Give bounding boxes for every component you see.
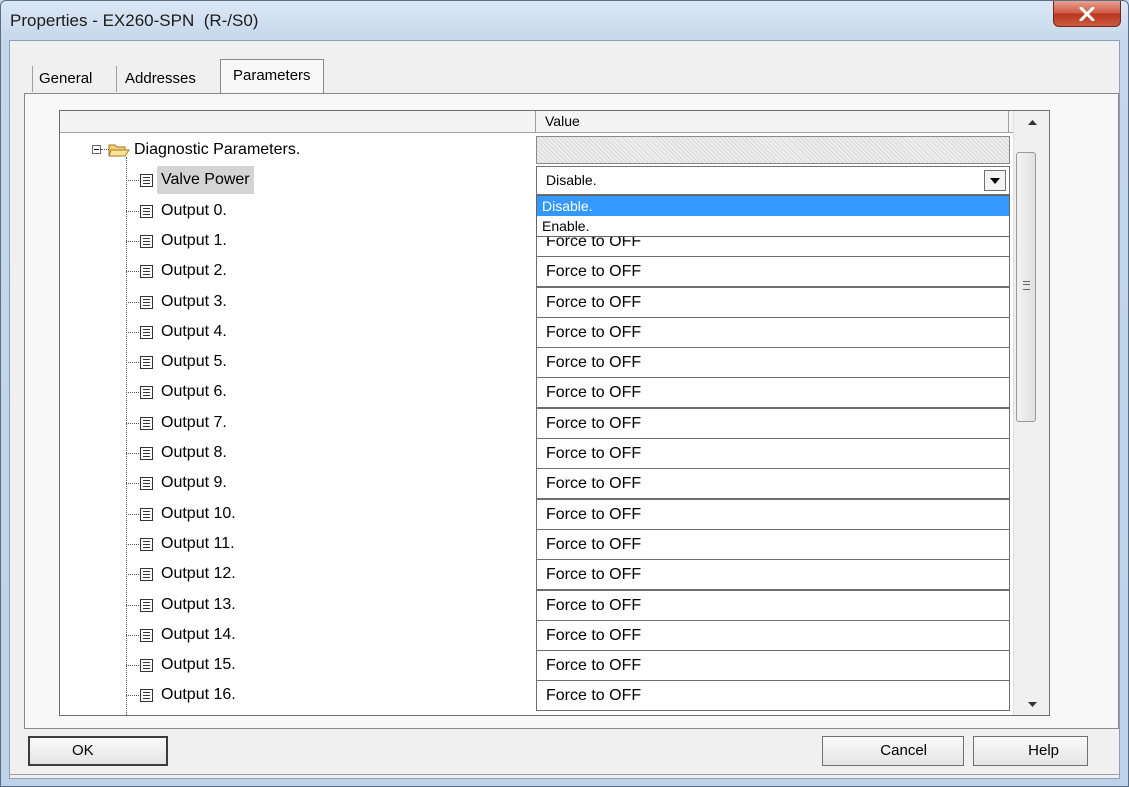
document-icon bbox=[140, 508, 153, 521]
tree-node-label[interactable]: Output 15. bbox=[161, 650, 236, 680]
document-icon bbox=[140, 174, 153, 187]
parameter-value-cell[interactable]: Force to OFF bbox=[536, 347, 1010, 378]
properties-window: Properties - EX260-SPN (R-/S0) General A… bbox=[0, 0, 1129, 787]
close-icon bbox=[1079, 6, 1095, 21]
tree-node-label[interactable]: Output 3. bbox=[161, 287, 227, 317]
parameter-value-cell[interactable]: Force to OFF bbox=[536, 317, 1010, 348]
dropdown-toggle-button[interactable] bbox=[984, 170, 1006, 191]
tree-node-label[interactable]: Output 12. bbox=[161, 559, 236, 589]
scroll-down-button[interactable] bbox=[1014, 693, 1049, 715]
tree-node-label[interactable]: Output 4. bbox=[161, 317, 227, 347]
scroll-thumb[interactable] bbox=[1016, 152, 1036, 422]
dropdown-option-disable[interactable]: Disable. bbox=[537, 196, 1009, 216]
tree-node-label[interactable]: Output 11. bbox=[161, 529, 235, 559]
parameter-value-cell[interactable]: Force to OFF bbox=[536, 256, 1010, 287]
name-column-header bbox=[60, 111, 536, 133]
tree-node-label[interactable]: Output 5. bbox=[161, 347, 227, 377]
tab-addresses[interactable]: Addresses bbox=[116, 66, 204, 92]
parameter-value-cell[interactable]: Force to OFF bbox=[536, 680, 1010, 711]
parameter-value-cell[interactable]: Force to OFF bbox=[536, 499, 1010, 530]
document-icon bbox=[140, 326, 153, 339]
tree-node-label[interactable]: Output 0. bbox=[161, 196, 227, 226]
parameter-grid: Value Disable. Disable. Enable. Diagnost… bbox=[59, 110, 1050, 716]
title-bar[interactable]: Properties - EX260-SPN (R-/S0) bbox=[1, 1, 1128, 41]
tree-node-label[interactable]: Output 2. bbox=[161, 256, 227, 286]
valve-power-select[interactable]: Disable. bbox=[536, 166, 1010, 195]
parameter-value-cell[interactable]: Force to OFF bbox=[536, 287, 1010, 318]
arrow-up-icon bbox=[1027, 119, 1037, 125]
document-icon bbox=[140, 599, 153, 612]
parameter-value-cell[interactable]: Force to OFF bbox=[536, 529, 1010, 560]
tree-node-label[interactable]: Output 8. bbox=[161, 438, 227, 468]
chevron-down-icon bbox=[990, 177, 1000, 184]
dropdown-option-enable[interactable]: Enable. bbox=[537, 216, 1009, 236]
document-icon bbox=[140, 538, 153, 551]
document-icon bbox=[140, 659, 153, 672]
vertical-scrollbar[interactable] bbox=[1013, 111, 1049, 715]
tree-node-label[interactable]: Output 6. bbox=[161, 377, 227, 407]
document-icon bbox=[140, 265, 153, 278]
tree-node-label[interactable]: Output 16. bbox=[161, 680, 236, 710]
window-title: Properties - EX260-SPN (R-/S0) bbox=[10, 11, 259, 30]
tree-node-label[interactable]: Output 10. bbox=[161, 499, 236, 529]
ok-button[interactable]: OK bbox=[28, 736, 168, 766]
arrow-down-icon bbox=[1027, 701, 1037, 707]
parameter-value-cell[interactable]: Force to OFF bbox=[536, 650, 1010, 681]
valve-power-dropdown-list: Disable. Enable. bbox=[536, 195, 1010, 237]
document-icon bbox=[140, 447, 153, 460]
tab-parameters[interactable]: Parameters bbox=[220, 59, 324, 93]
tab-general[interactable]: General bbox=[32, 66, 98, 92]
collapse-toggle-icon[interactable] bbox=[92, 145, 101, 154]
tree-node-label[interactable]: Output 9. bbox=[161, 468, 227, 498]
cancel-button[interactable]: Cancel bbox=[822, 736, 964, 766]
document-icon bbox=[140, 477, 153, 490]
separator bbox=[10, 774, 1119, 775]
close-button[interactable] bbox=[1053, 1, 1121, 27]
document-icon bbox=[140, 356, 153, 369]
document-icon bbox=[140, 235, 153, 248]
tree-node-label[interactable]: Output 7. bbox=[161, 408, 227, 438]
parameters-panel: Value Disable. Disable. Enable. Diagnost… bbox=[24, 93, 1119, 729]
value-column-header: Value bbox=[536, 111, 1009, 133]
document-icon bbox=[140, 386, 153, 399]
parameter-value-cell[interactable]: Force to OFF bbox=[536, 590, 1010, 621]
document-icon bbox=[140, 568, 153, 581]
document-icon bbox=[140, 205, 153, 218]
tree-node-diagnostic-parameters[interactable]: Diagnostic Parameters. bbox=[134, 135, 300, 165]
root-value-cell bbox=[536, 136, 1010, 164]
select-current-value: Disable. bbox=[546, 172, 597, 188]
tree-node-label[interactable]: Output 1. bbox=[161, 226, 227, 256]
tree-node-label[interactable]: Valve Power bbox=[157, 166, 254, 194]
parameter-value-cell[interactable]: Force to OFF bbox=[536, 408, 1010, 439]
parameter-value-cell[interactable]: Force to OFF bbox=[536, 559, 1010, 590]
help-button[interactable]: Help bbox=[973, 736, 1088, 766]
parameter-value-cell[interactable]: Force to OFF bbox=[536, 620, 1010, 651]
document-icon bbox=[140, 689, 153, 702]
tree-node-label[interactable]: Output 14. bbox=[161, 620, 236, 650]
scroll-up-button[interactable] bbox=[1014, 111, 1049, 133]
parameter-value-cell[interactable]: Force to OFF bbox=[536, 377, 1010, 408]
parameter-value-cell[interactable]: Force to OFF bbox=[536, 468, 1010, 499]
document-icon bbox=[140, 417, 153, 430]
document-icon bbox=[140, 629, 153, 642]
scroll-grip-icon bbox=[1023, 281, 1030, 290]
parameter-value-cell[interactable]: Force to OFF bbox=[536, 438, 1010, 469]
tree-node-label[interactable]: Output 13. bbox=[161, 590, 236, 620]
document-icon bbox=[140, 296, 153, 309]
dialog-body: General Addresses Parameters Value Disab… bbox=[9, 40, 1120, 779]
